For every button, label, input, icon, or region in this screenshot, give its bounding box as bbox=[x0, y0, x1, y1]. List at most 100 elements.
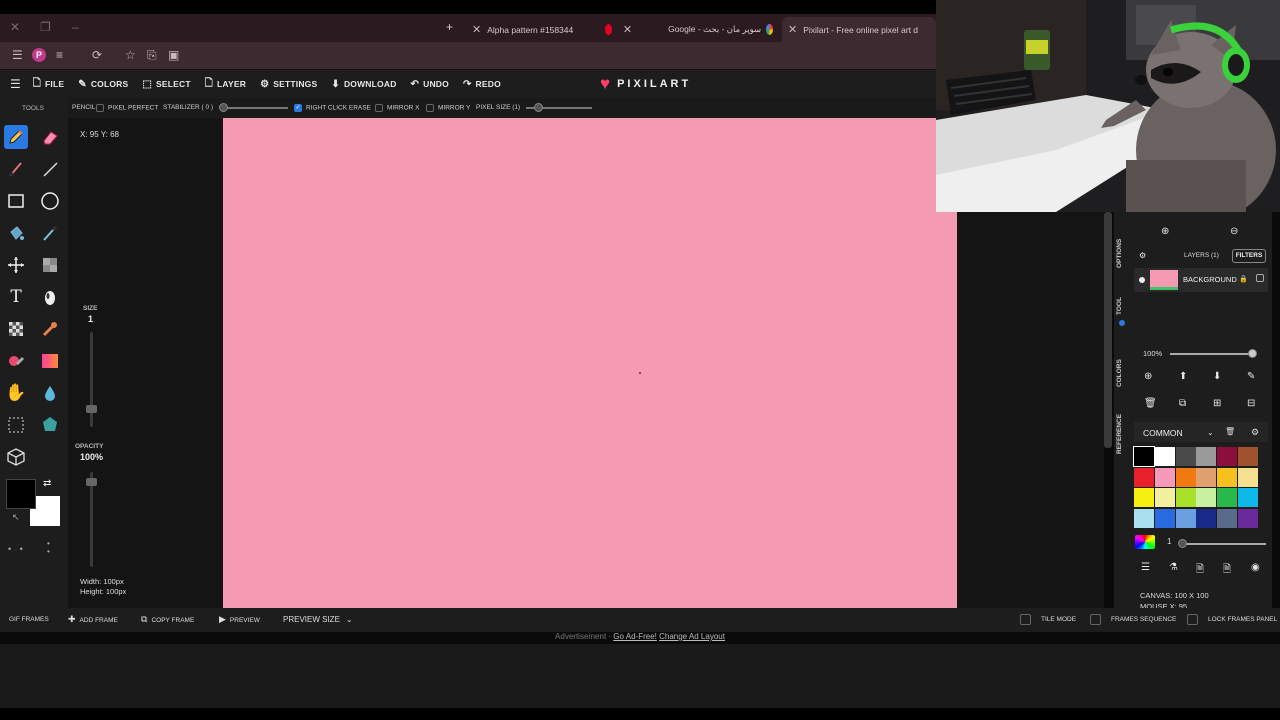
more-dots-icon[interactable]: • • bbox=[47, 540, 50, 556]
filters-button[interactable]: FILTERS bbox=[1232, 249, 1266, 263]
bookmark-star-icon[interactable]: ☆ bbox=[125, 48, 136, 62]
layer-settings-icon[interactable]: ⚙ bbox=[1139, 251, 1146, 260]
more-tools-icon[interactable]: • • bbox=[8, 544, 26, 554]
panel-scrollbar[interactable] bbox=[1104, 212, 1112, 448]
primary-color-swatch[interactable] bbox=[6, 479, 36, 509]
reset-colors-icon[interactable]: ↖ bbox=[12, 512, 20, 523]
menu-icon[interactable]: ☰ bbox=[12, 48, 23, 62]
color-swatch[interactable] bbox=[1175, 467, 1196, 487]
layer-opacity-slider[interactable] bbox=[1170, 353, 1254, 355]
tab-tool[interactable]: TOOL bbox=[1116, 297, 1123, 315]
frames-sequence-toggle[interactable]: FRAMES SEQUENCE bbox=[1090, 614, 1176, 625]
tile-mode-toggle[interactable]: TILE MODE bbox=[1020, 614, 1076, 625]
pixel-perfect-toggle[interactable]: PIXEL PERFECT bbox=[96, 104, 158, 112]
shade-tool[interactable] bbox=[38, 285, 62, 309]
menu-undo[interactable]: ↶ UNDO bbox=[411, 79, 449, 90]
color-swatch[interactable] bbox=[1217, 508, 1238, 528]
color-swatch[interactable] bbox=[1217, 488, 1238, 507]
size-slider-handle[interactable] bbox=[86, 405, 97, 413]
menu-select[interactable]: ⬚ SELECT bbox=[142, 79, 190, 90]
gradient-tool[interactable] bbox=[38, 349, 62, 373]
tab-reference[interactable]: REFERENCE bbox=[1116, 414, 1123, 454]
profile-avatar[interactable]: P bbox=[32, 48, 46, 62]
3d-cube-tool[interactable] bbox=[4, 445, 28, 469]
menu-colors[interactable]: ✎ COLORS bbox=[78, 79, 128, 90]
color-swatch[interactable] bbox=[1196, 467, 1217, 487]
color-swatch[interactable] bbox=[1154, 447, 1175, 466]
tab-colors[interactable]: COLORS bbox=[1116, 359, 1123, 387]
tab-google-search[interactable]: ✕ Google - سوپر مان - بحث bbox=[600, 17, 778, 42]
eraser-tool[interactable] bbox=[38, 125, 62, 149]
layer-lock-icon[interactable]: 🔒 bbox=[1239, 275, 1248, 283]
minimize-window-icon[interactable]: – bbox=[72, 20, 79, 34]
color-swatch[interactable] bbox=[1217, 467, 1238, 487]
layer-menu-icon[interactable] bbox=[1256, 274, 1264, 282]
color-swatch[interactable] bbox=[1134, 467, 1154, 487]
pattern-tool[interactable] bbox=[4, 317, 28, 341]
add-frame-button[interactable]: ✚ ADD FRAME bbox=[68, 614, 118, 625]
ellipse-tool[interactable] bbox=[38, 189, 62, 213]
color-swatch[interactable] bbox=[1175, 488, 1196, 507]
stabilizer-slider-handle[interactable] bbox=[219, 103, 228, 112]
copy-frame-button[interactable]: ⧉ COPY FRAME bbox=[141, 614, 194, 625]
palette-slider-handle[interactable] bbox=[1178, 539, 1187, 548]
new-tab-icon[interactable]: + bbox=[446, 20, 453, 34]
pixilart-logo[interactable]: ♥ PIXILART bbox=[600, 75, 691, 92]
rectangle-tool[interactable] bbox=[4, 189, 28, 213]
hand-tool[interactable]: ✋ bbox=[4, 381, 28, 405]
dither-tool[interactable] bbox=[38, 253, 62, 277]
blur-tool[interactable] bbox=[38, 381, 62, 405]
color-swatch[interactable] bbox=[1175, 508, 1196, 528]
layer-visibility-icon[interactable] bbox=[1139, 277, 1145, 283]
history-icon[interactable]: ⎘ bbox=[147, 48, 157, 63]
close-tab-icon[interactable]: ✕ bbox=[623, 23, 632, 36]
color-swatch[interactable] bbox=[1134, 488, 1154, 507]
list-icon[interactable]: ☰ bbox=[1141, 562, 1150, 573]
eyedropper-tool[interactable] bbox=[38, 221, 62, 245]
mirror-y-toggle[interactable]: MIRROR Y bbox=[426, 104, 470, 112]
menu-layer[interactable]: 🗋 LAYER bbox=[205, 76, 246, 93]
delete-palette-icon[interactable]: 🗑 bbox=[1225, 427, 1235, 436]
line-tool[interactable] bbox=[38, 157, 62, 181]
color-swatch[interactable] bbox=[1154, 467, 1175, 487]
mirror-x-toggle[interactable]: MIRROR X bbox=[375, 104, 420, 112]
stabilizer-slider[interactable] bbox=[225, 107, 288, 109]
hamburger-menu-icon[interactable]: ☰ bbox=[10, 77, 21, 91]
palette-settings-icon[interactable]: ⚙ bbox=[1251, 427, 1259, 438]
export-file-icon[interactable]: 🗎 bbox=[1223, 562, 1231, 579]
move-layer-down-icon[interactable]: ⬇ bbox=[1213, 371, 1221, 382]
pixel-size-slider-handle[interactable] bbox=[534, 103, 543, 112]
go-ad-free-link[interactable]: Go Ad-Free! bbox=[613, 632, 657, 641]
color-swatch[interactable] bbox=[1217, 447, 1238, 466]
tab-pixilart[interactable]: ✕ Pixilart - Free online pixel art d bbox=[782, 17, 936, 42]
close-tab-icon[interactable]: ✕ bbox=[472, 23, 481, 36]
stamp-tool[interactable] bbox=[38, 317, 62, 341]
edit-layer-icon[interactable]: ✎ bbox=[1247, 371, 1255, 382]
restore-window-icon[interactable]: ❐ bbox=[40, 20, 51, 34]
delete-layer-icon[interactable]: 🗑 bbox=[1144, 398, 1157, 409]
move-tool[interactable] bbox=[4, 253, 28, 277]
color-swatch[interactable] bbox=[1196, 508, 1217, 528]
menu-redo[interactable]: ↷ REDO bbox=[463, 79, 501, 90]
color-swatch[interactable] bbox=[1134, 508, 1154, 528]
add-layer-icon[interactable]: ⊕ bbox=[1144, 371, 1152, 382]
color-wheel-icon[interactable] bbox=[1135, 535, 1155, 549]
snapshot-icon[interactable]: ▣ bbox=[168, 48, 179, 62]
text-tool[interactable]: T bbox=[4, 285, 28, 309]
menu-download[interactable]: ⬇ DOWNLOAD bbox=[331, 79, 396, 90]
color-swatch[interactable] bbox=[1238, 447, 1258, 466]
zoom-in-icon[interactable]: ⊕ bbox=[1161, 226, 1169, 237]
color-swatch[interactable] bbox=[1238, 508, 1258, 528]
color-swatch[interactable] bbox=[1238, 488, 1258, 507]
right-click-erase-toggle[interactable]: ✓ RIGHT CLICK ERASE bbox=[294, 104, 371, 112]
menu-file[interactable]: 🗋 FILE bbox=[33, 76, 64, 93]
merge-layer-icon[interactable]: ⊞ bbox=[1213, 398, 1221, 409]
menu-settings[interactable]: ⚙ SETTINGS bbox=[260, 79, 317, 90]
color-swatch[interactable] bbox=[1154, 508, 1175, 528]
fill-tool[interactable] bbox=[4, 221, 28, 245]
flatten-layer-icon[interactable]: ⊟ bbox=[1247, 398, 1255, 409]
chevron-down-icon[interactable]: ⌄ bbox=[1207, 428, 1214, 437]
zoom-out-icon[interactable]: ⊖ bbox=[1230, 226, 1238, 237]
opacity-slider[interactable] bbox=[90, 472, 93, 567]
color-swatch[interactable] bbox=[1196, 447, 1217, 466]
